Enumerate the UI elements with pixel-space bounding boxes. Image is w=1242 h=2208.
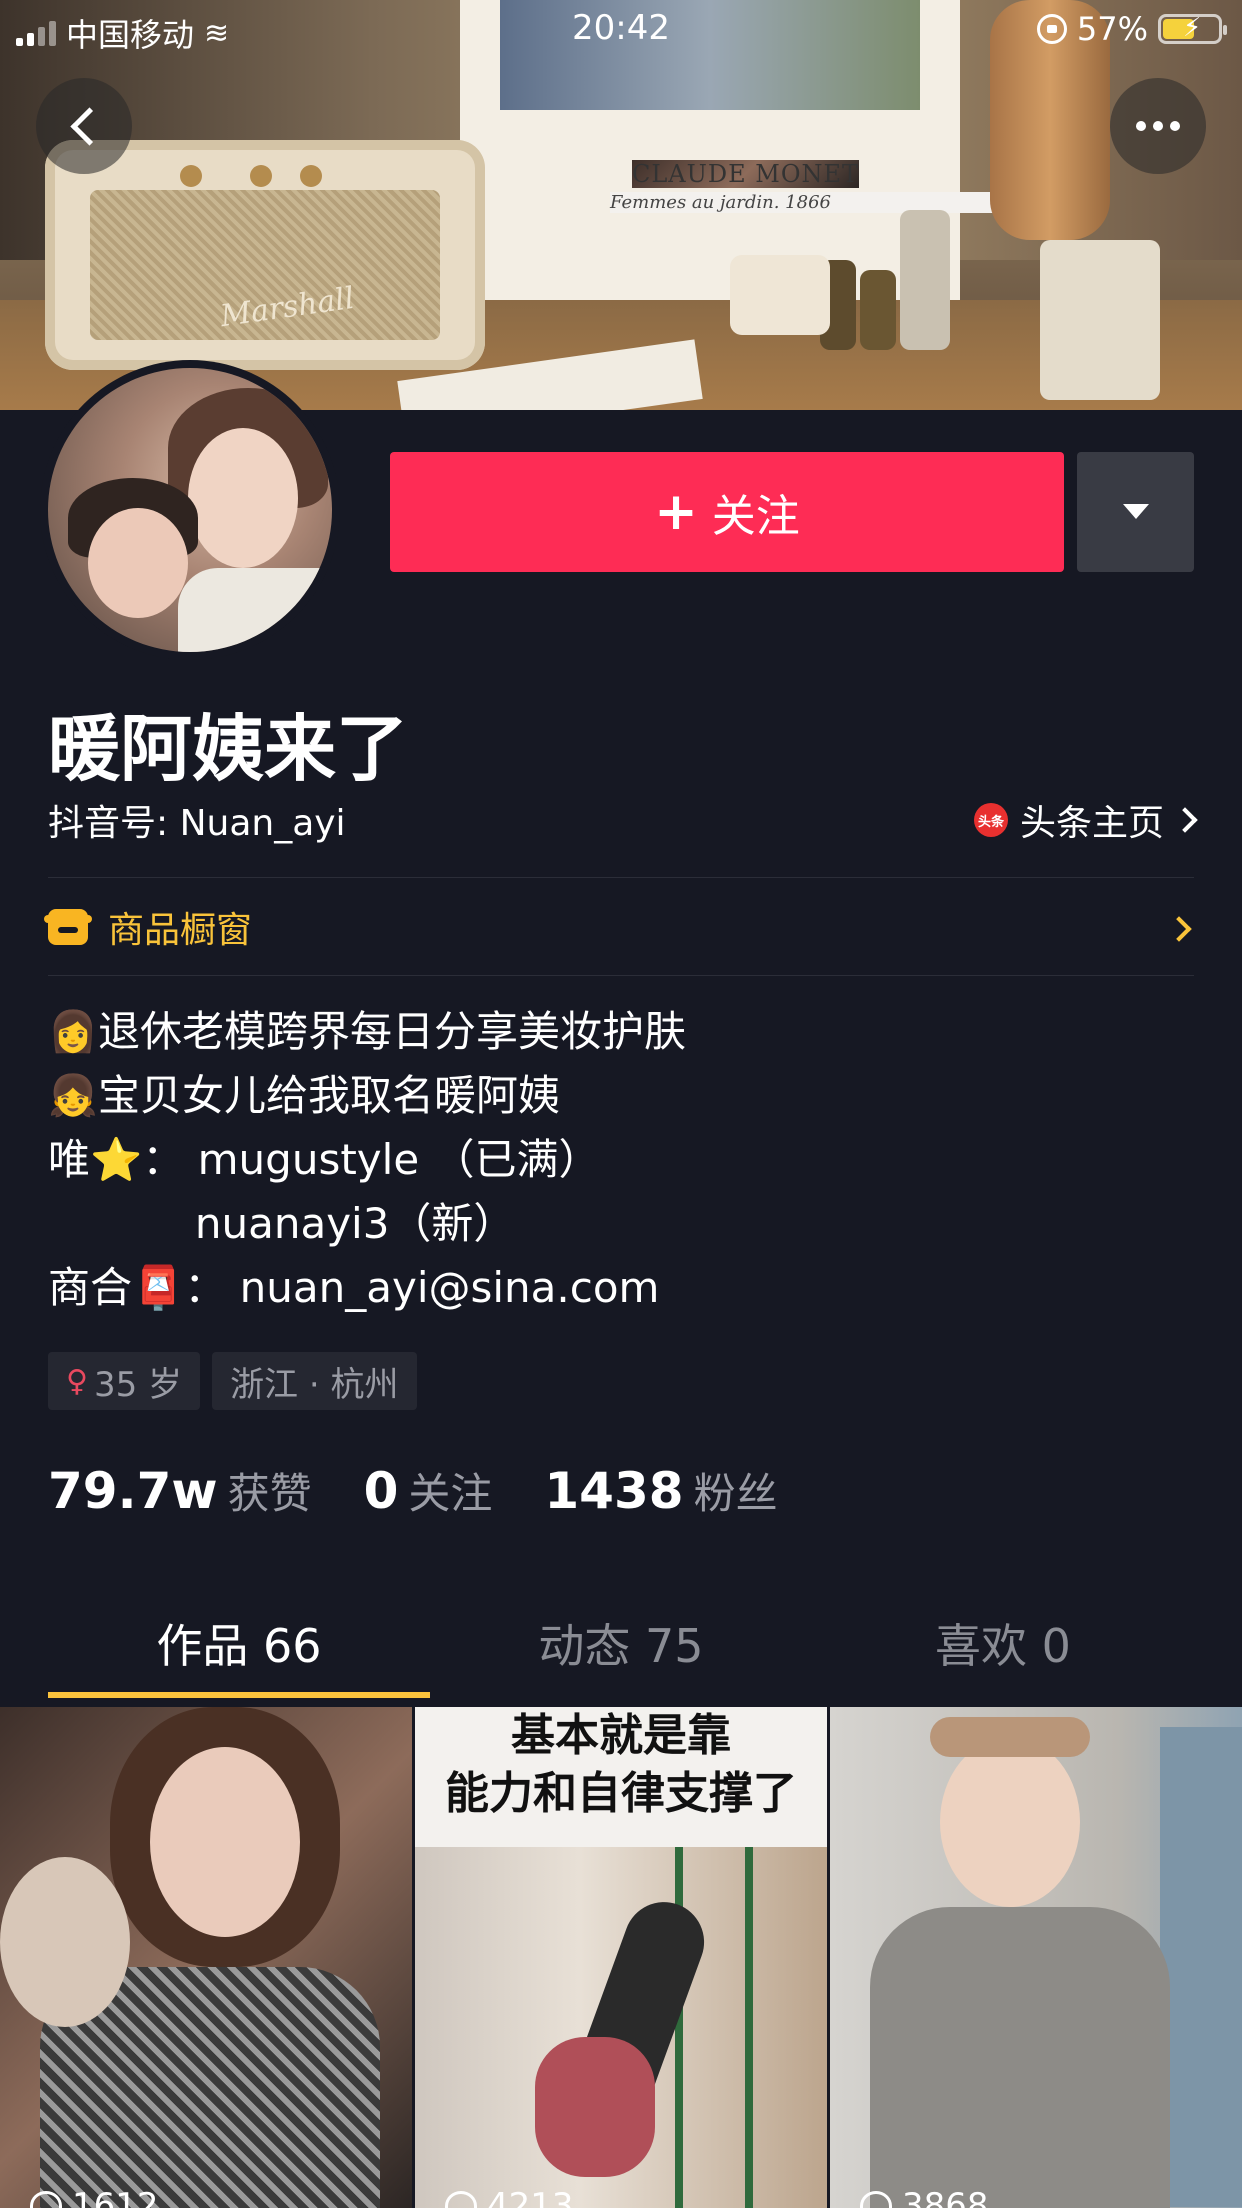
status-bar: 中国移动 ≋ 20:42 57% ⚡ <box>0 0 1242 60</box>
fans-stat[interactable]: 1438 粉丝 <box>544 1460 777 1521</box>
tab-works[interactable]: 作品 66 <box>48 1610 430 1700</box>
bio-line: nuanayi3（新） <box>48 1192 686 1256</box>
profile-tags: ♀ 35 岁 浙江 · 杭州 <box>48 1352 417 1410</box>
shop-label: 商品橱窗 <box>108 910 253 951</box>
back-arrow-icon <box>69 106 109 146</box>
cover-image: CLAUDE MONET Femmes au jardin. 1866 Mars… <box>0 0 1242 410</box>
tab-dynamics[interactable]: 动态 75 <box>430 1610 812 1700</box>
profile-tabs: 作品 66 动态 75 喜欢 0 <box>48 1610 1194 1700</box>
heart-icon <box>445 2191 477 2208</box>
age-text: 35 岁 <box>93 1364 183 1405</box>
female-icon: ♀ <box>66 1363 88 1399</box>
speaker-knob <box>180 165 202 187</box>
profile-stats: 79.7w 获赞 0 关注 1438 粉丝 <box>48 1460 830 1521</box>
speaker-knob <box>300 165 322 187</box>
bio-line: 商合📮： nuan_ayi@sina.com <box>48 1256 686 1320</box>
bio-text: 商合📮： nuan_ayi@sina.com <box>48 1263 660 1312</box>
bio-line: 唯⭐️： mugustyle （已满） <box>48 1128 686 1192</box>
shop-window-link[interactable]: 商品橱窗 <box>44 900 1194 954</box>
video-likes: 1612 <box>30 2186 159 2208</box>
video-thumbnail[interactable]: 1612 <box>0 1707 412 2208</box>
painting-title: CLAUDE MONET <box>632 160 860 188</box>
avatar-image <box>48 368 332 652</box>
shop-icon <box>44 909 92 945</box>
heart-icon <box>860 2191 892 2208</box>
more-dots-icon <box>1153 121 1163 131</box>
avatar[interactable] <box>40 360 340 660</box>
nickname: 暖阿姨来了 <box>48 707 409 791</box>
video-grid: 1612 基本就是靠 能力和自律支撑了 4213 3868 <box>0 1707 1242 2208</box>
likes-stat[interactable]: 79.7w 获赞 <box>48 1460 312 1521</box>
rotation-lock-icon <box>1036 14 1067 44</box>
woman-emoji-icon: 👩 <box>48 1009 98 1055</box>
chevron-right-icon <box>1166 916 1192 942</box>
bio-text: 退休老模跨界每日分享美妆护肤 <box>98 1007 687 1056</box>
video-likes: 4213 <box>445 2186 574 2208</box>
bio: 👩 退休老模跨界每日分享美妆护肤 👧 宝贝女儿给我取名暖阿姨 唯⭐️： mugust… <box>48 1000 686 1320</box>
divider <box>48 877 1194 878</box>
speaker-knob <box>250 165 272 187</box>
heart-icon <box>30 2191 62 2208</box>
likes-label: 获赞 <box>227 1469 312 1518</box>
likes-count: 3868 <box>902 2186 989 2208</box>
bio-text: 宝贝女儿给我取名暖阿姨 <box>98 1071 561 1120</box>
video-caption: 基本就是靠 能力和自律支撑了 <box>415 1707 827 1823</box>
triangle-down-icon <box>1123 504 1149 519</box>
bio-line: 👧 宝贝女儿给我取名暖阿姨 <box>48 1064 686 1128</box>
more-button[interactable] <box>1110 78 1206 174</box>
video-thumbnail[interactable]: 3868 <box>830 1707 1242 2208</box>
divider <box>48 975 1194 976</box>
girl-emoji-icon: 👧 <box>48 1073 98 1119</box>
candle <box>1040 240 1160 400</box>
following-stat[interactable]: 0 关注 <box>364 1460 493 1521</box>
toutiao-label: 头条主页 <box>1019 803 1164 844</box>
likes-count: 79.7w <box>48 1462 218 1520</box>
caption-line: 基本就是靠 <box>511 1710 731 1761</box>
fans-count: 1438 <box>544 1462 684 1520</box>
following-label: 关注 <box>408 1469 493 1518</box>
douyin-id: 抖音号: Nuan_ayi <box>48 803 346 844</box>
toutiao-icon: 头条 <box>973 803 1008 837</box>
candle <box>730 255 830 335</box>
bio-line: 👩 退休老模跨界每日分享美妆护肤 <box>48 1000 686 1064</box>
bottle <box>860 270 896 350</box>
video-thumbnail[interactable]: 基本就是靠 能力和自律支撑了 4213 <box>415 1707 827 2208</box>
location-tag: 浙江 · 杭州 <box>212 1352 417 1410</box>
more-dots-icon <box>1170 121 1180 131</box>
fans-label: 粉丝 <box>693 1469 778 1518</box>
more-dots-icon <box>1136 121 1146 131</box>
battery-charging-icon: ⚡ <box>1158 13 1227 44</box>
plus-icon: + <box>654 482 698 542</box>
follow-button[interactable]: + 关注 <box>390 452 1064 572</box>
back-button[interactable] <box>36 78 132 174</box>
follow-label: 关注 <box>711 491 800 542</box>
battery-percent: 57% <box>1076 10 1148 48</box>
age-tag: ♀ 35 岁 <box>48 1352 201 1410</box>
charging-bolt-icon: ⚡ <box>1183 13 1202 43</box>
tab-likes[interactable]: 喜欢 0 <box>812 1610 1194 1700</box>
toutiao-homepage-link[interactable]: 头条 头条主页 <box>973 794 1198 846</box>
bio-text: 唯⭐️： mugustyle （已满） <box>48 1135 601 1184</box>
location-text: 浙江 · 杭州 <box>230 1364 399 1405</box>
following-count: 0 <box>363 1462 399 1520</box>
likes-count: 1612 <box>72 2186 159 2208</box>
video-likes: 3868 <box>860 2186 989 2208</box>
painting-subtitle: Femmes au jardin. 1866 <box>610 192 1022 213</box>
recommend-dropdown-button[interactable] <box>1077 452 1194 572</box>
likes-count: 4213 <box>487 2186 574 2208</box>
bio-text: nuanayi3（新） <box>48 1199 516 1248</box>
caption-line: 能力和自律支撑了 <box>445 1768 797 1819</box>
chevron-right-icon <box>1172 807 1198 833</box>
bottle <box>900 210 950 350</box>
